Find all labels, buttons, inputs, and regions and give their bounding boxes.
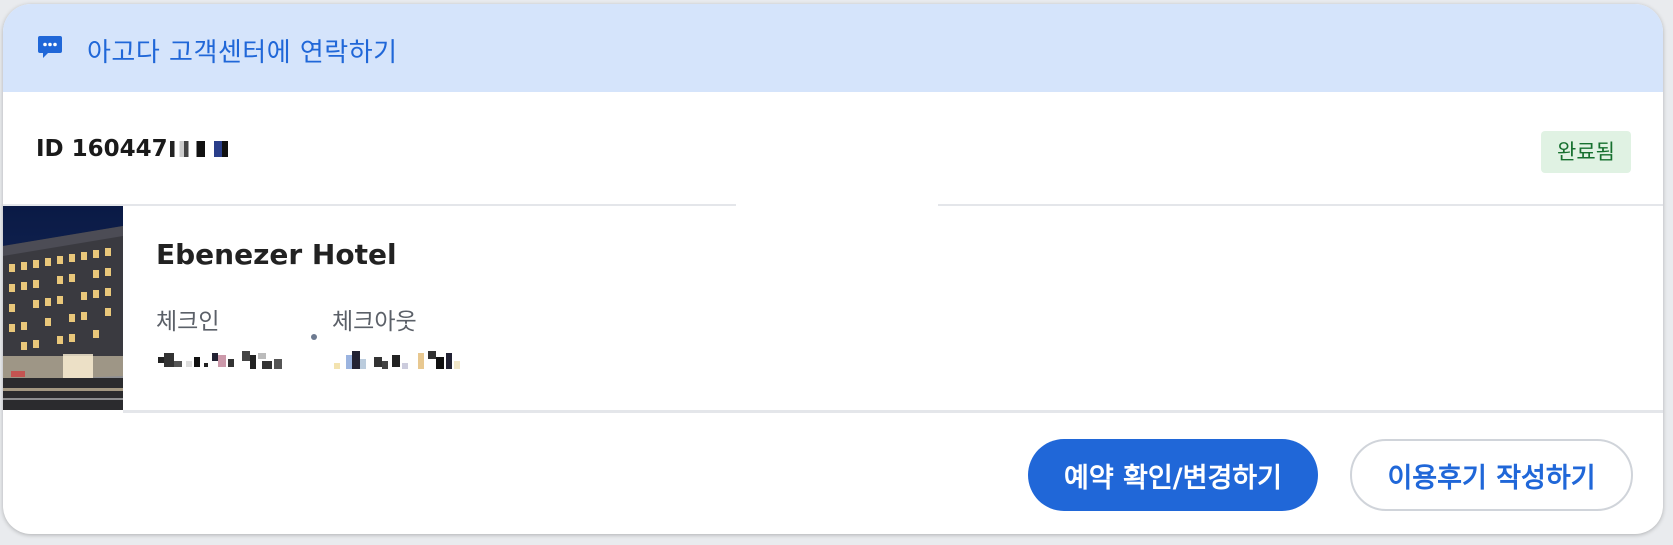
booking-id-redacted xyxy=(169,141,228,157)
checkout-label: 체크아웃 xyxy=(332,309,417,335)
hotel-building-image xyxy=(3,206,123,410)
checkout-date-redacted xyxy=(334,351,460,369)
contact-support-link[interactable]: 아고다 고객센터에 연락하기 xyxy=(87,32,398,69)
customer-service-banner[interactable]: 아고다 고객센터에 연락하기 xyxy=(3,4,1663,92)
status-badge: 완료됨 xyxy=(1541,131,1631,173)
checkin-date-redacted xyxy=(158,351,282,369)
chat-bubble-icon xyxy=(38,36,62,58)
manage-booking-button[interactable]: 예약 확인/변경하기 xyxy=(1028,439,1318,511)
divider xyxy=(938,204,1663,206)
checkin-label: 체크인 xyxy=(156,309,220,335)
hotel-photo[interactable] xyxy=(3,206,123,410)
separator-dot xyxy=(311,334,317,340)
booking-id: ID 160447 xyxy=(36,136,228,162)
booking-id-text: ID 160447 xyxy=(36,136,168,162)
write-review-button[interactable]: 이용후기 작성하기 xyxy=(1350,439,1633,511)
hotel-name[interactable]: Ebenezer Hotel xyxy=(156,238,397,271)
booking-card: 아고다 고객센터에 연락하기 ID 160447 완료됨 Ebenezer Ho… xyxy=(3,4,1663,534)
divider xyxy=(123,410,1663,413)
